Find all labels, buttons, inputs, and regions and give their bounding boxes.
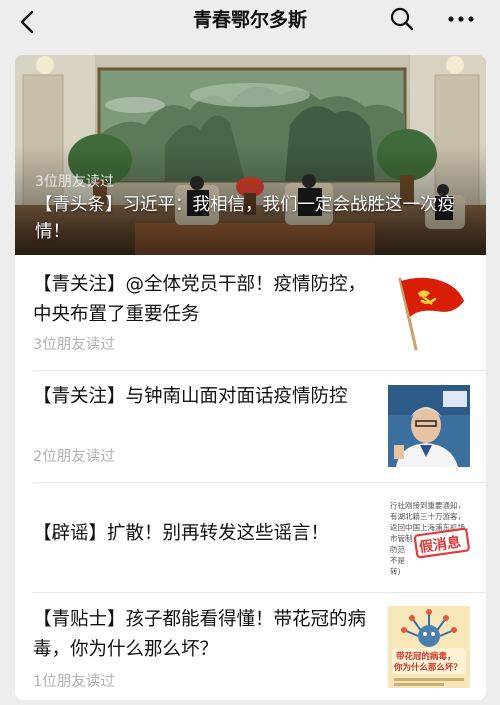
rumor-line: 有湖北籍三十万游客， <box>390 511 465 521</box>
more-horizontal-icon[interactable] <box>446 6 476 32</box>
divider <box>33 370 486 371</box>
hero-title: 【青头条】习近平：我相信，我们一定会战胜这一次疫情！ <box>35 195 455 242</box>
party-flag-icon <box>388 271 470 353</box>
page-title: 青春鄂尔多斯 <box>192 9 307 31</box>
list-item[interactable]: 【辟谣】扩散！别再转发这些谣言！ 行社刚接到重要通知， 有湖北籍三十万游客， 返… <box>15 482 486 592</box>
article-title: 【青关注】与钟南山面对面话疫情防控 <box>33 386 348 407</box>
list-item[interactable]: 【青关注】@全体党员干部！疫情防控，中央布置了重要任务 3位朋友读过 <box>15 255 486 370</box>
divider <box>33 482 486 483</box>
rumor-notice-image: 行社刚接到重要通知， 有湖北籍三十万游客， 返回中国上海浦东机场， 市管制， 防… <box>388 496 470 578</box>
rumor-line: 转) <box>390 566 400 576</box>
virus-caption: 带花冠的病毒， <box>396 651 456 662</box>
divider <box>33 592 486 593</box>
hero-read-count: 3位朋友读过 <box>35 174 114 190</box>
article-title: 【辟谣】扩散！别再转发这些谣言！ <box>33 523 330 544</box>
portrait-photo <box>388 385 470 467</box>
search-icon[interactable] <box>389 6 415 32</box>
virus-caption: 你为什么那么坏？ <box>393 662 462 673</box>
rumor-line: 不是 <box>390 556 405 565</box>
article-list-card: 3位朋友读过 【青头条】习近平：我相信，我们一定会战胜这一次疫情！ 【青关注】@… <box>15 55 486 700</box>
article-read-count: 1位朋友读过 <box>33 674 115 690</box>
article-title: 【青关注】@全体党员干部！疫情防控，中央布置了重要任务 <box>33 274 367 325</box>
virus-cartoon-image: 带花冠的病毒， 你为什么那么坏？ <box>388 606 470 688</box>
list-item[interactable]: 【青贴士】孩子都能看得懂！带花冠的病毒，你为什么那么坏？ 1位朋友读过 带花冠的… <box>15 592 486 700</box>
article-title: 【青贴士】孩子都能看得懂！带花冠的病毒，你为什么那么坏？ <box>33 609 367 660</box>
top-bar: 青春鄂尔多斯 <box>0 0 500 44</box>
rumor-line: 防范 <box>390 544 405 554</box>
hero-article[interactable]: 3位朋友读过 【青头条】习近平：我相信，我们一定会战胜这一次疫情！ <box>15 55 486 255</box>
rumor-line: 行社刚接到重要通知， <box>390 500 465 510</box>
article-read-count: 3位朋友读过 <box>33 337 115 353</box>
list-item[interactable]: 【青关注】与钟南山面对面话疫情防控 2位朋友读过 <box>15 370 486 482</box>
article-read-count: 2位朋友读过 <box>33 449 115 465</box>
